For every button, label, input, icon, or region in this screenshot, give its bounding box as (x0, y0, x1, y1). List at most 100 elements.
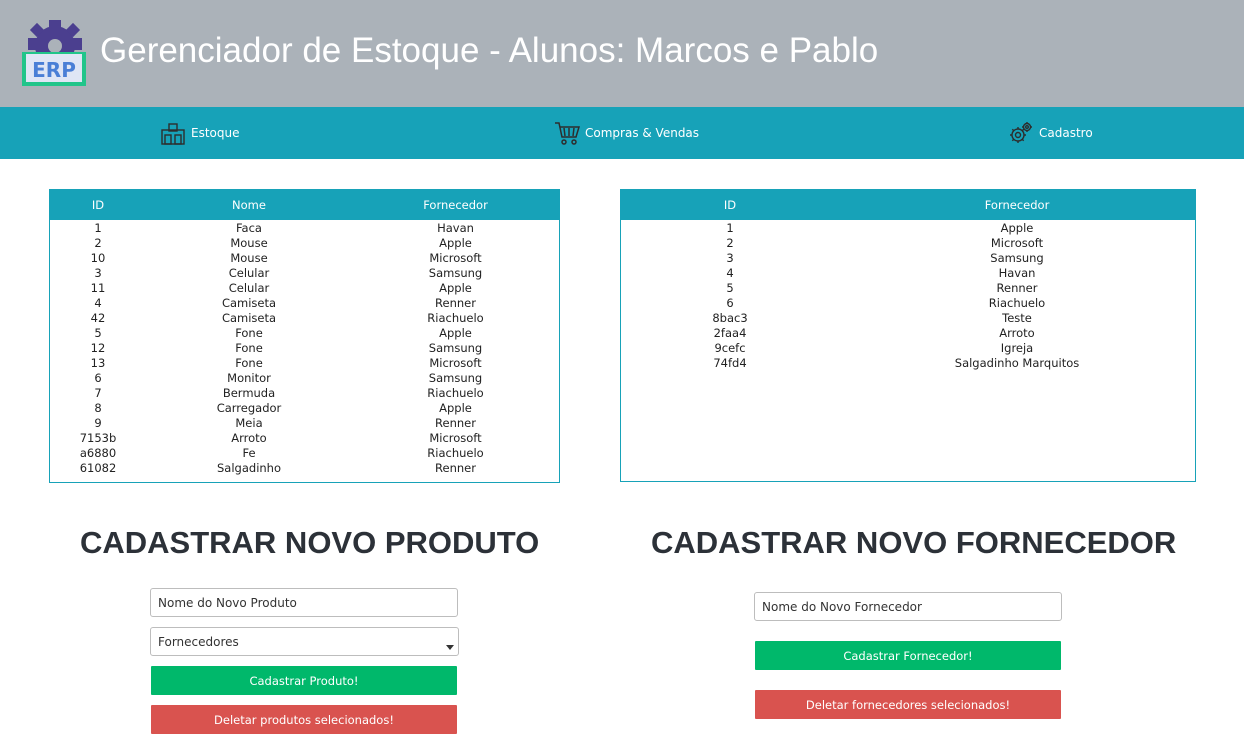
delete-products-button[interactable]: Deletar produtos selecionados! (151, 705, 457, 734)
table-row[interactable]: a6880 Fe Riachuelo (50, 446, 559, 461)
table-cell: Bermuda (222, 386, 276, 400)
table-cell: 42 (90, 311, 106, 325)
app-header: ERP Gerenciador de Estoque - Alunos: Mar… (0, 0, 1244, 107)
table-row[interactable]: 74fd4 Salgadinho Marquitos (621, 356, 1195, 371)
table-cell: Riachuelo (427, 311, 484, 325)
table-cell: Camiseta (221, 311, 277, 325)
app-title: Gerenciador de Estoque - Alunos: Marcos … (100, 31, 879, 70)
table-cell: Fe (242, 446, 256, 460)
table-cell: Havan (998, 266, 1036, 280)
table-cell: 8 (94, 401, 102, 415)
table-row[interactable]: 6 Riachuelo (621, 296, 1195, 311)
table-row[interactable]: 3 Samsung (621, 251, 1195, 266)
table-cell: 3 (726, 251, 734, 265)
table-row[interactable]: 2 Microsoft (621, 236, 1195, 251)
table-cell: Mouse (230, 236, 268, 250)
nav-label-cadastro: Cadastro (1039, 126, 1093, 140)
table-cell: Apple (439, 401, 472, 415)
table-row[interactable]: 2faa4 Arroto (621, 326, 1195, 341)
table-cell: Carregador (216, 401, 282, 415)
table-cell: Salgadinho (217, 461, 281, 475)
erp-logo-icon: ERP (22, 20, 86, 86)
nav-label-estoque: Estoque (191, 126, 240, 140)
table-cell: 2 (726, 236, 734, 250)
table-cell: 8bac3 (712, 311, 748, 325)
column-header-nome: Nome (232, 198, 266, 212)
table-cell: Celular (228, 266, 270, 280)
suppliers-table-header: ID Fornecedor (621, 190, 1195, 220)
table-row[interactable]: 4 Camiseta Renner (50, 296, 559, 311)
table-cell: 1 (94, 221, 102, 235)
supplier-name-placeholder: Nome do Novo Fornecedor (762, 599, 922, 614)
products-table-header: ID Nome Fornecedor (50, 190, 559, 220)
table-row[interactable]: 4 Havan (621, 266, 1195, 281)
cart-icon (555, 122, 580, 145)
delete-suppliers-button[interactable]: Deletar fornecedores selecionados! (755, 690, 1061, 719)
table-row[interactable]: 3 Celular Samsung (50, 266, 559, 281)
table-cell: Samsung (428, 266, 483, 280)
table-row[interactable]: 9cefc Igreja (621, 341, 1195, 356)
table-row[interactable]: 8bac3 Teste (621, 311, 1195, 326)
table-cell: Samsung (428, 341, 483, 355)
table-row[interactable]: 1 Faca Havan (50, 221, 559, 236)
product-name-placeholder: Nome do Novo Produto (158, 595, 297, 610)
table-cell: Havan (437, 221, 474, 235)
table-cell: a6880 (79, 446, 117, 460)
table-row[interactable]: 8 Carregador Apple (50, 401, 559, 416)
column-header-fornecedor: Fornecedor (984, 198, 1050, 212)
table-cell: Monitor (227, 371, 271, 385)
supplier-name-input[interactable]: Nome do Novo Fornecedor (754, 592, 1062, 621)
table-cell: Microsoft (429, 356, 482, 370)
table-cell: Apple (439, 326, 472, 340)
table-row[interactable]: 5 Fone Apple (50, 326, 559, 341)
table-row[interactable]: 61082 Salgadinho Renner (50, 461, 559, 476)
table-row[interactable]: 12 Fone Samsung (50, 341, 559, 356)
table-row[interactable]: 7 Bermuda Riachuelo (50, 386, 559, 401)
table-row[interactable]: 9 Meia Renner (50, 416, 559, 431)
column-header-id: ID (723, 198, 737, 212)
product-name-input[interactable]: Nome do Novo Produto (150, 588, 458, 617)
logo-text: ERP (32, 58, 76, 82)
table-cell: Salgadinho Marquitos (954, 356, 1080, 370)
nav-item-cadastro[interactable]: Cadastro (1008, 107, 1093, 159)
table-cell: 10 (90, 251, 106, 265)
table-cell: Fone (235, 356, 263, 370)
table-cell: 11 (90, 281, 106, 295)
table-row[interactable]: 1 Apple (621, 221, 1195, 236)
nav-label-compras-vendas: Compras & Vendas (585, 126, 700, 140)
main-nav: Estoque Compras & Vendas Cadastro (0, 107, 1244, 159)
table-row[interactable]: 10 Mouse Microsoft (50, 251, 559, 266)
table-cell: 4 (94, 296, 102, 310)
table-row[interactable]: 5 Renner (621, 281, 1195, 296)
table-cell: Riachuelo (427, 386, 484, 400)
table-cell: 6 (726, 296, 734, 310)
table-cell: Igreja (1000, 341, 1034, 355)
table-cell: Renner (435, 416, 476, 430)
table-cell: 5 (726, 281, 734, 295)
nav-item-compras-vendas[interactable]: Compras & Vendas (554, 107, 699, 159)
supplier-select-value: Fornecedores (158, 634, 239, 649)
nav-item-estoque[interactable]: Estoque (160, 107, 240, 159)
table-cell: 3 (94, 266, 102, 280)
table-row[interactable]: 11 Celular Apple (50, 281, 559, 296)
table-cell: Samsung (990, 251, 1044, 265)
table-cell: Arroto (999, 326, 1035, 340)
table-row[interactable]: 13 Fone Microsoft (50, 356, 559, 371)
table-cell: 4 (726, 266, 734, 280)
table-cell: Teste (1002, 311, 1032, 325)
table-cell: Riachuelo (427, 446, 484, 460)
register-supplier-button[interactable]: Cadastrar Fornecedor! (755, 641, 1061, 670)
supplier-select[interactable]: Fornecedores (150, 627, 459, 656)
register-product-button[interactable]: Cadastrar Produto! (151, 666, 457, 695)
table-row[interactable]: 6 Monitor Samsung (50, 371, 559, 386)
suppliers-table-body: 1 Apple 2 Microsoft 3 Samsung 4 Havan 5 Renner 6 Ri… (621, 220, 1195, 371)
warehouse-icon (161, 123, 185, 145)
table-row[interactable]: 7153b Arroto Microsoft (50, 431, 559, 446)
table-cell: Celular (228, 281, 270, 295)
table-cell: Faca (236, 221, 262, 235)
table-row[interactable]: 2 Mouse Apple (50, 236, 559, 251)
table-row[interactable]: 42 Camiseta Riachuelo (50, 311, 559, 326)
table-cell: 5 (94, 326, 102, 340)
table-cell: 6 (94, 371, 102, 385)
table-cell: Renner (996, 281, 1038, 295)
